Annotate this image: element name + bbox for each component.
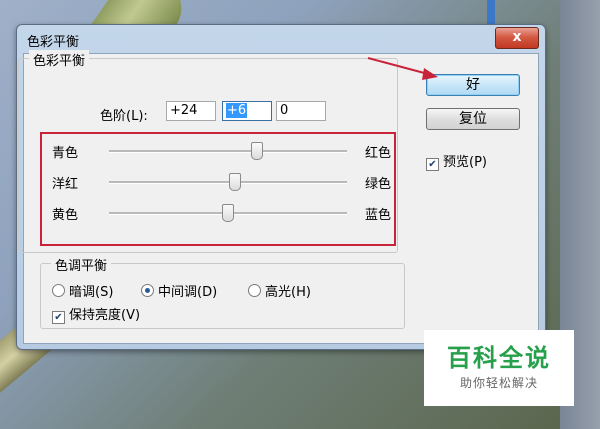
watermark-title: 百科全说	[447, 344, 551, 372]
watermark-subtitle: 助你轻松解决	[459, 376, 538, 390]
watermark-logo: 百科全说 助你轻松解决	[424, 330, 574, 406]
